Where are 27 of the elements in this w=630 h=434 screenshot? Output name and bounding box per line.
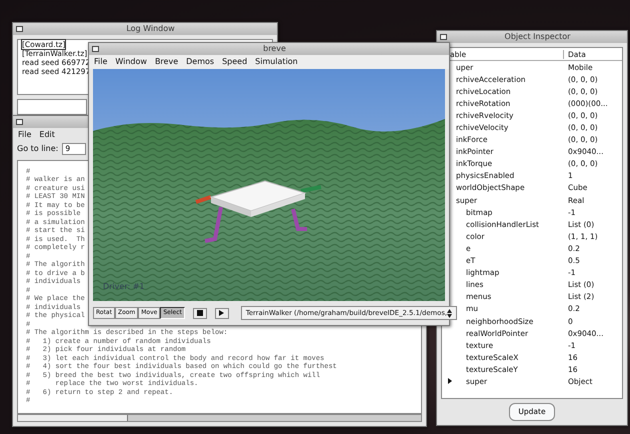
window-title: Log Window bbox=[125, 24, 176, 34]
menu-item[interactable]: File bbox=[94, 57, 108, 67]
play-icon bbox=[219, 310, 224, 316]
stop-button[interactable] bbox=[192, 308, 207, 319]
stop-icon bbox=[196, 310, 203, 316]
window-menu-icon[interactable] bbox=[16, 26, 23, 32]
goto-label: Go to line: bbox=[17, 144, 58, 154]
window-title: Object Inspector bbox=[504, 32, 572, 42]
menu-item[interactable]: Speed bbox=[222, 57, 248, 67]
overlay-text: Driver: #1 bbox=[103, 282, 145, 292]
window-title: breve bbox=[262, 44, 287, 54]
walker-robot-drawing[interactable] bbox=[195, 180, 322, 243]
3d-scene-drawing[interactable] bbox=[93, 68, 445, 302]
input-field[interactable] bbox=[17, 99, 87, 115]
window-menu-icon[interactable] bbox=[16, 119, 23, 125]
menu-item[interactable]: File bbox=[18, 130, 32, 140]
menu-item[interactable]: Edit bbox=[39, 130, 55, 140]
expander-icon[interactable] bbox=[448, 378, 452, 384]
updown-icon bbox=[447, 308, 452, 318]
window-menu-icon[interactable] bbox=[92, 46, 99, 52]
menu-item[interactable]: Demos bbox=[186, 57, 214, 67]
menu-item[interactable]: Window bbox=[115, 57, 147, 67]
play-button[interactable] bbox=[214, 308, 229, 319]
menu-item[interactable]: Simulation bbox=[255, 57, 298, 67]
menu-item[interactable]: Breve bbox=[154, 57, 178, 67]
window-menu-icon[interactable] bbox=[440, 34, 447, 40]
horizontal-scrollbar[interactable] bbox=[17, 414, 422, 422]
